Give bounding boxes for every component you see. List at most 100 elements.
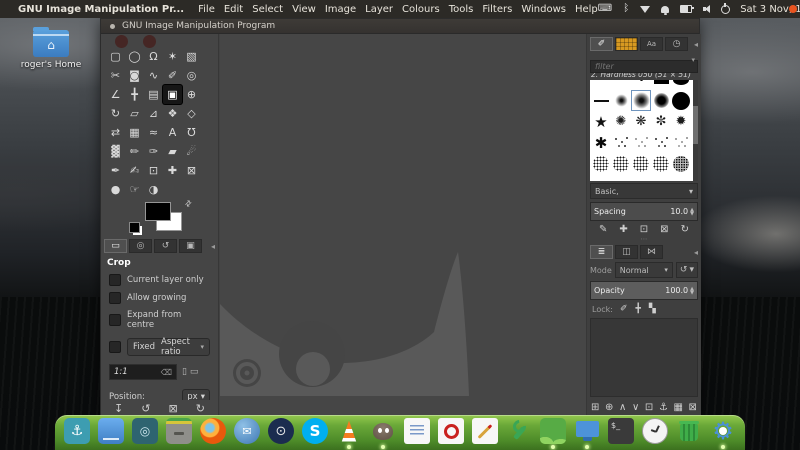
portrait-button[interactable]: ▯ <box>182 367 190 377</box>
dock-item-screenshot[interactable]: ◎ <box>132 418 159 444</box>
menu-filters[interactable]: Filters <box>482 4 512 15</box>
dock-item-steam[interactable]: ⊙ <box>268 418 295 444</box>
swap-colours-icon[interactable]: ⇄ <box>183 198 194 209</box>
dock-item-system-monitor[interactable] <box>540 418 567 449</box>
menu-tools[interactable]: Tools <box>449 4 474 15</box>
tool-blur-sharpen[interactable]: ● <box>106 180 125 199</box>
lock-position-icon[interactable]: ╋ <box>635 304 640 314</box>
menu-help[interactable]: Help <box>575 4 598 15</box>
menu-layer[interactable]: Layer <box>365 4 393 15</box>
tool-shear[interactable]: ▱ <box>125 104 144 123</box>
tool-heal[interactable]: ✚ <box>163 161 182 180</box>
tool-foreground-select[interactable]: ◙ <box>125 66 144 85</box>
foreground-colour-swatch[interactable] <box>145 202 171 221</box>
tool-align[interactable]: ▤ <box>144 85 163 104</box>
brush-swatch[interactable] <box>611 90 631 111</box>
tool-gradient[interactable]: ▓ <box>106 142 125 161</box>
tool-ink[interactable]: ✒ <box>106 161 125 180</box>
delete-tool-preset-button[interactable]: ⊠ <box>169 402 178 415</box>
image-canvas[interactable] <box>220 34 586 417</box>
tool-fuzzy-select[interactable]: ✶ <box>163 47 182 66</box>
tool-bucket-fill[interactable]: ℧ <box>182 123 201 142</box>
checkbox-expand-from-centre[interactable] <box>109 314 121 326</box>
fixed-aspect-dropdown[interactable]: Fixed Aspect ratio ▾ <box>127 338 210 356</box>
tool-move[interactable]: ╋ <box>125 85 144 104</box>
tool-rectangle-select[interactable]: ▢ <box>106 47 125 66</box>
brush-swatch[interactable] <box>611 132 631 153</box>
tool-zoom[interactable]: ◎ <box>182 66 201 85</box>
brush-swatch[interactable] <box>591 80 611 90</box>
dock-item-skype[interactable]: S <box>302 418 329 444</box>
dock-item-clock[interactable] <box>642 418 669 444</box>
tool-scissors-select[interactable]: ✂ <box>106 66 125 85</box>
keyboard-indicator-icon[interactable]: ⌨ <box>598 4 612 14</box>
menu-windows[interactable]: Windows <box>521 4 566 15</box>
dock-item-settings[interactable]: ⚙ <box>710 418 737 449</box>
tab-tool-options[interactable]: ▭ <box>104 239 127 253</box>
tab-menu-icon[interactable]: ◂ <box>211 242 215 251</box>
brush-group-dropdown[interactable]: Basic, ▾ <box>590 183 698 199</box>
brush-swatch[interactable]: ❋ <box>631 111 651 132</box>
brush-swatch[interactable] <box>631 153 651 174</box>
dock-item-file-manager[interactable] <box>98 418 125 444</box>
tool-free-select[interactable]: Ω <box>144 47 163 66</box>
notification-badge[interactable] <box>789 5 797 13</box>
brush-swatch[interactable] <box>631 90 651 111</box>
tool-smudge[interactable]: ☞ <box>125 180 144 199</box>
brush-swatch[interactable] <box>591 90 611 111</box>
dock-item-firefox[interactable] <box>200 418 227 444</box>
tool-rotate[interactable]: ↻ <box>106 104 125 123</box>
new-layer-group-button[interactable]: ⊕ <box>605 402 613 413</box>
brush-swatch[interactable] <box>651 80 671 90</box>
brush-swatch[interactable]: ✺ <box>611 111 631 132</box>
delete-layer-button[interactable]: ⊠ <box>689 402 697 413</box>
dock-item-libreoffice-draw[interactable] <box>472 418 499 444</box>
tool-clone[interactable]: ⊡ <box>144 161 163 180</box>
brush-swatch[interactable] <box>671 80 691 90</box>
menu-edit[interactable]: Edit <box>224 4 243 15</box>
save-tool-preset-button[interactable]: ↧ <box>114 402 123 415</box>
tool-ellipse-select[interactable]: ◯ <box>125 47 144 66</box>
tool-select-by-colour[interactable]: ▧ <box>182 47 201 66</box>
new-brush-button[interactable]: ✚ <box>619 224 627 235</box>
lock-pixels-icon[interactable]: ✐ <box>620 304 628 314</box>
merge-layer-button[interactable]: ▦ <box>673 402 682 413</box>
tool-eraser[interactable]: ▰ <box>163 142 182 161</box>
window-titlebar[interactable]: GNU Image Manipulation Program <box>101 19 699 34</box>
fixed-checkbox[interactable] <box>109 341 121 353</box>
wifi-icon[interactable] <box>640 6 650 13</box>
spinner-arrows-icon[interactable]: ▲▼ <box>690 287 694 295</box>
tab-undo-history[interactable]: ↺ <box>154 239 177 253</box>
battery-icon[interactable] <box>680 5 692 13</box>
raise-layer-button[interactable]: ∧ <box>619 402 626 413</box>
brush-swatch[interactable] <box>611 80 631 90</box>
brush-swatch[interactable] <box>631 132 651 153</box>
tab-fonts[interactable]: Aa <box>640 37 663 51</box>
brush-swatch[interactable] <box>611 153 631 174</box>
desktop-home-icon[interactable]: ⌂ roger's Home <box>18 30 84 70</box>
brush-swatch[interactable] <box>631 80 651 90</box>
brush-swatch[interactable]: ★ <box>591 111 611 132</box>
layer-list[interactable] <box>590 318 698 397</box>
tab-images[interactable]: ▣ <box>179 239 202 253</box>
scrollbar-thumb[interactable] <box>693 106 698 144</box>
brush-swatch[interactable] <box>671 90 691 111</box>
refresh-brushes-button[interactable]: ↻ <box>681 224 689 235</box>
tool-perspective[interactable]: ⊿ <box>144 104 163 123</box>
dock-item-display-settings[interactable] <box>574 418 601 449</box>
delete-brush-button[interactable]: ⊠ <box>660 224 668 235</box>
mode-options-button[interactable]: ↺ ▾ <box>676 262 698 278</box>
checkbox-current-layer-only[interactable] <box>109 274 121 286</box>
tab-patterns[interactable] <box>615 37 638 51</box>
tool-paintbrush[interactable]: ✑ <box>144 142 163 161</box>
volume-icon[interactable] <box>703 5 710 13</box>
tab-channels[interactable]: ◫ <box>615 245 638 259</box>
tool-mypaint-brush[interactable]: ✍ <box>125 161 144 180</box>
brush-swatch[interactable]: ✼ <box>651 111 671 132</box>
dock-item-libreoffice-impress[interactable] <box>438 418 465 444</box>
tab-menu-icon[interactable]: ◂ <box>694 40 698 49</box>
new-layer-button[interactable]: ⊞ <box>591 402 599 413</box>
tab-layers[interactable]: ≣ <box>590 245 613 259</box>
dock-item-dock-anchor[interactable]: ⚓ <box>64 418 91 444</box>
landscape-button[interactable]: ▭ <box>190 367 199 377</box>
